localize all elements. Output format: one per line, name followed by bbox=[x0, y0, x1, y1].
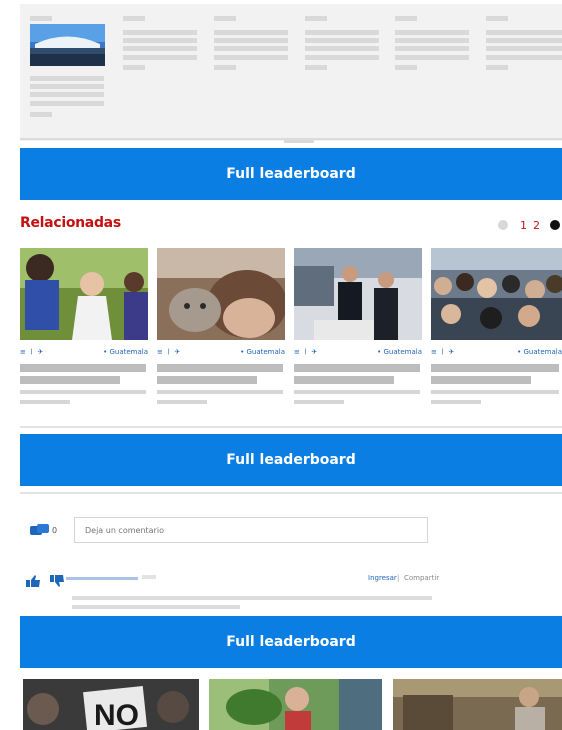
carousel-handle[interactable] bbox=[284, 140, 314, 143]
woman-sitting-photo-icon[interactable] bbox=[393, 679, 562, 730]
children-playing-photo-icon[interactable] bbox=[20, 248, 148, 340]
business-people-photo-icon[interactable] bbox=[294, 248, 422, 340]
leaderboard-label: Full leaderboard bbox=[226, 634, 356, 650]
page-2-link[interactable]: 2 bbox=[533, 219, 540, 232]
related-pager: 1 2 bbox=[498, 217, 562, 233]
kitten-photo-icon[interactable] bbox=[157, 248, 285, 340]
protest-sign-no-photo-icon[interactable]: NO bbox=[23, 679, 199, 730]
full-leaderboard-ad[interactable]: Full leaderboard bbox=[20, 616, 562, 668]
page-1-link[interactable]: 1 bbox=[520, 219, 527, 232]
tag-link[interactable]: • Guatemala bbox=[103, 348, 148, 356]
tag-link[interactable]: • Guatemala bbox=[517, 348, 562, 356]
thumbs-down-icon[interactable] bbox=[48, 572, 66, 587]
full-leaderboard-ad[interactable]: Full leaderboard bbox=[20, 148, 562, 200]
stadium-photo-icon[interactable] bbox=[30, 24, 105, 66]
share-icons[interactable]: ≡ 〡 ✈ bbox=[20, 347, 43, 357]
thumbs-up-icon[interactable] bbox=[24, 572, 42, 587]
leaderboard-label: Full leaderboard bbox=[226, 166, 356, 182]
sign-text: NO bbox=[94, 699, 139, 730]
divider bbox=[20, 426, 562, 428]
comments-count: 0 bbox=[52, 526, 58, 535]
placeholder-text bbox=[30, 16, 52, 21]
share-icons[interactable]: ≡ 〡 ✈ bbox=[157, 347, 180, 357]
comment-input[interactable] bbox=[74, 517, 428, 543]
woman-with-plant-photo-icon[interactable] bbox=[209, 679, 382, 730]
crowd-photo-icon[interactable] bbox=[431, 248, 562, 340]
share-icons[interactable]: ≡ 〡 ✈ bbox=[431, 347, 454, 357]
divider bbox=[20, 492, 562, 494]
share-icons[interactable]: ≡ 〡 ✈ bbox=[294, 347, 317, 357]
comments-icon bbox=[30, 523, 50, 537]
leaderboard-label: Full leaderboard bbox=[226, 452, 356, 468]
full-leaderboard-ad[interactable]: Full leaderboard bbox=[20, 434, 562, 486]
tag-link[interactable]: • Guatemala bbox=[240, 348, 285, 356]
prev-dot-icon[interactable] bbox=[498, 220, 508, 230]
rating-bar bbox=[66, 577, 138, 580]
tag-link[interactable]: • Guatemala bbox=[377, 348, 422, 356]
signin-link[interactable]: Ingresar bbox=[368, 574, 397, 582]
section-title: Relacionadas bbox=[20, 215, 121, 231]
share-link[interactable]: Compartir bbox=[404, 574, 439, 582]
next-dot-icon[interactable] bbox=[550, 220, 560, 230]
